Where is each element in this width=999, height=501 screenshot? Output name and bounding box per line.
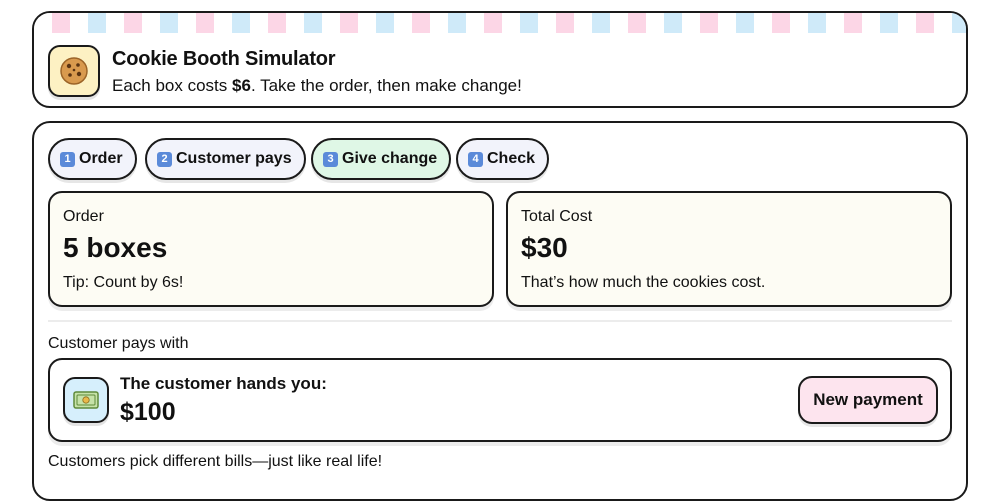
tab-customer-pays[interactable]: 2 Customer pays <box>145 138 306 180</box>
order-tip: Tip: Count by 6s! <box>63 274 184 291</box>
step-2-badge: 2 <box>157 151 172 167</box>
tab-label: Check <box>487 150 536 167</box>
step-1-badge: 1 <box>60 151 75 167</box>
tab-label: Order <box>79 150 123 167</box>
main-card: 1 Order 2 Customer pays 3 Give change 4 … <box>32 121 968 501</box>
subtitle-prefix: Each box costs <box>112 76 233 95</box>
total-cost-card: Total Cost $30 That’s how much the cooki… <box>506 191 952 307</box>
tab-label: Customer pays <box>176 150 292 167</box>
new-payment-button[interactable]: New payment <box>798 376 938 424</box>
hands-you-label: The customer hands you: <box>120 374 327 393</box>
order-card: Order 5 boxes Tip: Count by 6s! <box>48 191 494 307</box>
footnote: Customers pick different bills—just like… <box>48 453 383 470</box>
payment-card: The customer hands you: $100 New payment <box>48 358 952 442</box>
total-cost-label: Total Cost <box>521 208 593 225</box>
total-cost-note: That’s how much the cookies cost. <box>521 274 766 291</box>
order-label: Order <box>63 208 104 225</box>
step-4-badge: 4 <box>468 151 483 167</box>
step-3-badge: 3 <box>323 151 338 167</box>
tab-order[interactable]: 1 Order <box>48 138 137 180</box>
customer-pays-label: Customer pays with <box>48 335 189 352</box>
app-title: Cookie Booth Simulator <box>112 48 336 70</box>
box-price: $6 <box>232 76 251 95</box>
total-cost-value: $30 <box>521 232 568 263</box>
tab-check[interactable]: 4 Check <box>456 138 550 180</box>
cookie-icon <box>48 45 100 97</box>
subtitle-suffix: . Take the order, then make change! <box>250 76 522 95</box>
payment-amount: $100 <box>120 398 176 426</box>
order-value: 5 boxes <box>63 232 168 263</box>
decorative-stripe <box>34 13 966 33</box>
app-subtitle: Each box costs $6. Take the order, then … <box>112 76 522 96</box>
tab-give-change[interactable]: 3 Give change <box>311 138 452 180</box>
dollar-bill-icon <box>63 377 109 423</box>
header-card: Cookie Booth Simulator Each box costs $6… <box>32 11 968 108</box>
tab-label: Give change <box>342 150 438 167</box>
section-divider <box>48 320 952 322</box>
